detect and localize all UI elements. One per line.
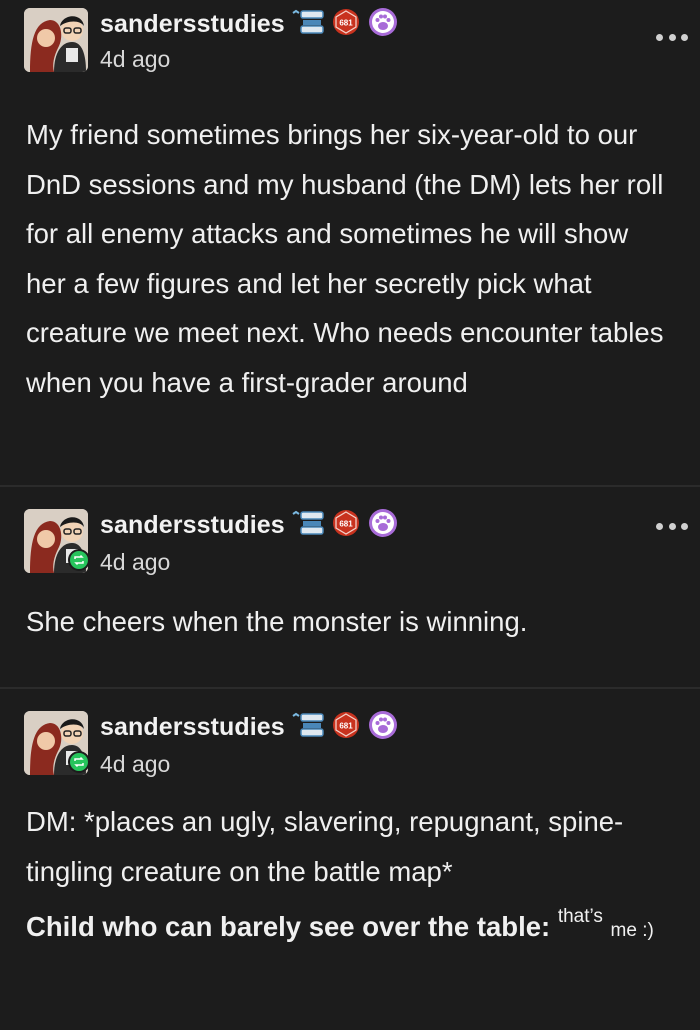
paw-badge-icon[interactable]	[367, 709, 399, 746]
more-options-button[interactable]	[656, 32, 688, 42]
timestamp[interactable]: 4d ago	[100, 751, 170, 778]
paw-badge-icon[interactable]	[367, 507, 399, 544]
dot-icon	[668, 522, 676, 530]
d20-badge-text: 681	[339, 19, 353, 28]
post-body: She cheers when the monster is winning.	[26, 606, 528, 637]
reblog-icon	[68, 751, 90, 773]
d20-badge-text: 681	[339, 520, 353, 529]
timestamp[interactable]: 4d ago	[100, 549, 170, 576]
name-row: sandersstudies 681	[100, 507, 399, 544]
child-small-text: me :)	[610, 920, 654, 941]
scroll-badge-icon[interactable]	[291, 710, 325, 745]
dm-text: *places an ugly, slavering, repugnant, s…	[26, 806, 624, 887]
child-superscript: that’s	[557, 906, 603, 927]
post-1: sandersstudies 681 4d ago My friend some…	[0, 0, 700, 485]
name-row: sandersstudies 681	[100, 709, 399, 746]
dot-icon	[681, 33, 688, 41]
post-2: sandersstudies 681 4d ago She cheers whe…	[0, 485, 700, 687]
username[interactable]: sandersstudies	[100, 511, 285, 540]
dot-icon	[681, 522, 688, 530]
dot-icon	[668, 33, 676, 41]
child-line: Child who can barely see over the table:…	[0, 896, 700, 956]
child-label: Child who can barely see over the table:	[26, 911, 551, 942]
post-body: My friend sometimes brings her six-year-…	[26, 119, 664, 398]
post-header: sandersstudies 681 4d ago	[0, 689, 700, 785]
name-row: sandersstudies 681	[100, 6, 399, 43]
post-header: sandersstudies 681 4d ago	[0, 487, 700, 583]
dm-label: DM:	[26, 806, 77, 837]
paw-badge-icon[interactable]	[367, 6, 399, 43]
more-options-button[interactable]	[656, 521, 688, 531]
dot-icon	[656, 33, 663, 41]
scroll-badge-icon[interactable]	[291, 7, 325, 42]
dot-icon	[656, 522, 663, 530]
avatar[interactable]	[24, 8, 88, 72]
d20-badge-icon[interactable]: 681	[331, 7, 361, 42]
avatar-illustration	[24, 8, 88, 72]
username[interactable]: sandersstudies	[100, 10, 285, 39]
post-header: sandersstudies 681 4d ago	[0, 0, 700, 100]
d20-badge-text: 681	[339, 722, 353, 731]
reblog-icon	[68, 549, 90, 571]
post-3: sandersstudies 681 4d ago DM: *places an…	[0, 687, 700, 1030]
d20-badge-icon[interactable]: 681	[331, 508, 361, 543]
scroll-badge-icon[interactable]	[291, 508, 325, 543]
username[interactable]: sandersstudies	[100, 713, 285, 742]
dm-line: DM: *places an ugly, slavering, repugnan…	[0, 785, 700, 896]
d20-badge-icon[interactable]: 681	[331, 710, 361, 745]
timestamp[interactable]: 4d ago	[100, 46, 170, 73]
